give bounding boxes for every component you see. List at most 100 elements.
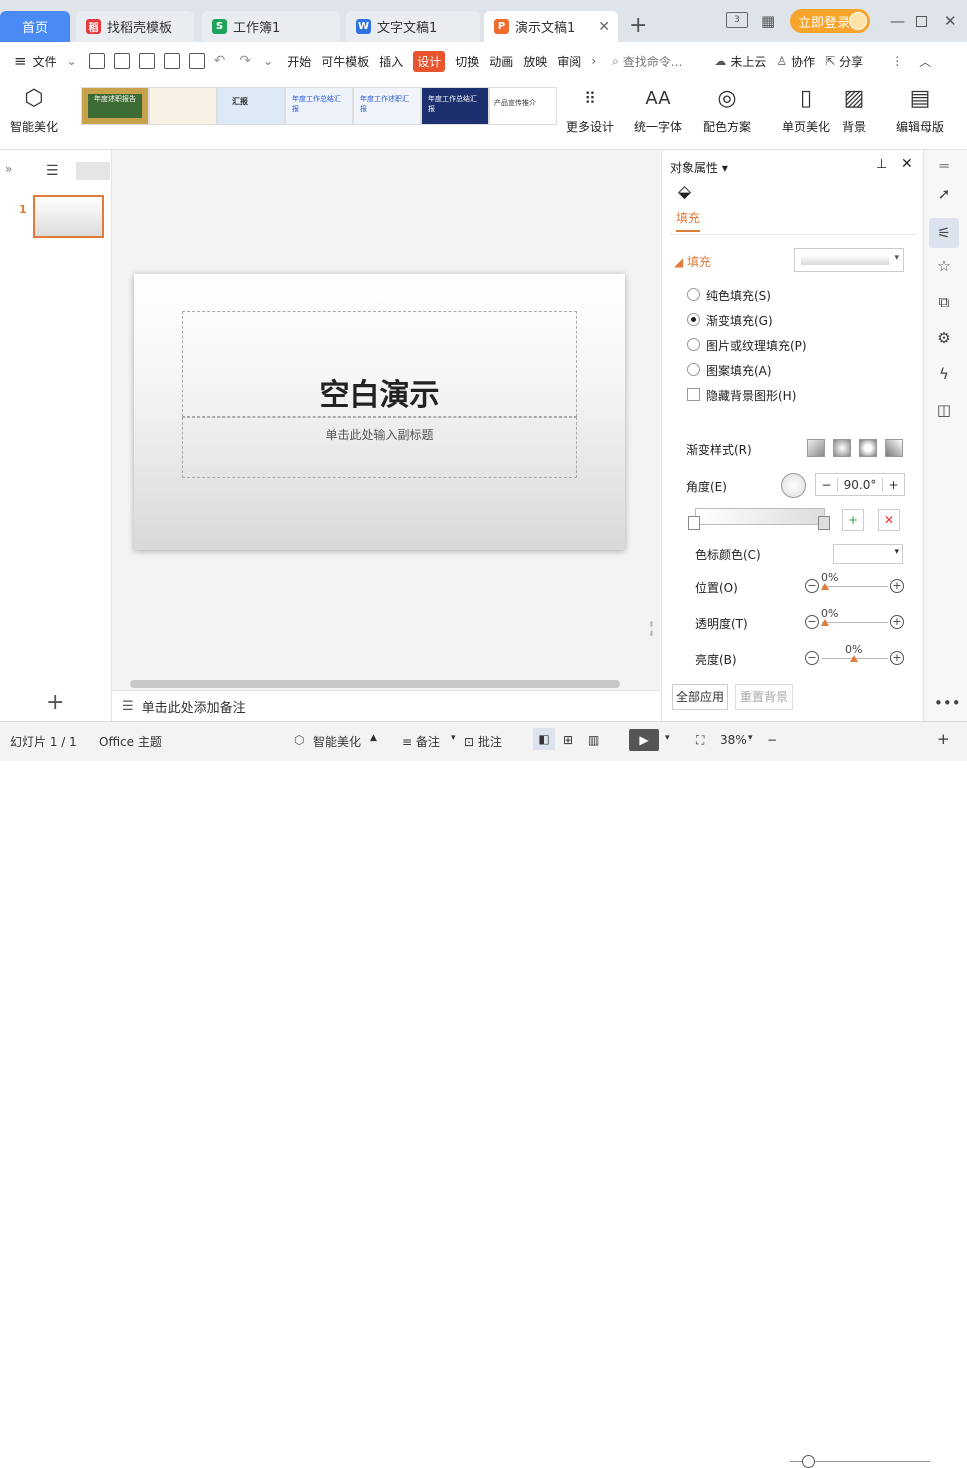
tab-fill[interactable]: 填充 bbox=[676, 209, 701, 232]
book-icon[interactable]: ◫ bbox=[934, 400, 954, 420]
menu-insert[interactable]: 插入 bbox=[379, 53, 403, 70]
position-minus-icon[interactable]: − bbox=[805, 579, 819, 593]
chevron-down-icon[interactable]: ▾ bbox=[665, 733, 670, 743]
reset-background-button[interactable]: 重置背景 bbox=[735, 684, 793, 710]
checkbox[interactable] bbox=[687, 388, 700, 401]
template-thumbnail[interactable] bbox=[149, 87, 217, 125]
radio[interactable] bbox=[687, 363, 700, 376]
chevron-down-icon[interactable]: ▾ bbox=[748, 733, 753, 743]
slide-thumbnail[interactable] bbox=[33, 195, 104, 238]
radio[interactable] bbox=[687, 338, 700, 351]
transparency-plus-icon[interactable]: + bbox=[890, 615, 904, 629]
rect-gradient-style[interactable] bbox=[859, 439, 877, 457]
brightness-slider-thumb[interactable] bbox=[850, 655, 858, 662]
properties-icon[interactable]: ⚟ bbox=[929, 218, 959, 248]
tab-writer[interactable]: W 文字文稿1 bbox=[346, 11, 480, 42]
subtitle-placeholder[interactable]: 单击此处输入副标题 bbox=[182, 417, 577, 478]
position-slider-thumb[interactable] bbox=[821, 583, 829, 590]
template-thumbnail[interactable]: 年度工作总结汇报 bbox=[285, 87, 353, 125]
single-page-beautify-button[interactable]: ▯ 单页美化 bbox=[782, 86, 830, 135]
close-icon[interactable]: ✕ bbox=[598, 19, 610, 35]
title-placeholder[interactable]: 空白演示 bbox=[182, 311, 577, 417]
menu-design[interactable]: 设计 bbox=[413, 50, 446, 72]
rocket-icon[interactable]: ➚ bbox=[934, 184, 954, 204]
unify-font-button[interactable]: AA 统一字体 bbox=[634, 86, 682, 135]
tab-docer-templates[interactable]: 稻 找稻壳模板 bbox=[76, 11, 194, 42]
remove-stop-icon[interactable]: ✕ bbox=[878, 509, 900, 531]
linear-gradient-style[interactable] bbox=[807, 439, 825, 457]
notes-toggle[interactable]: ≡ 备注 bbox=[402, 733, 440, 750]
template-thumbnail[interactable]: 年度述职报告 bbox=[81, 87, 149, 125]
position-slider-track[interactable] bbox=[822, 586, 888, 587]
collab-button[interactable]: 协作 bbox=[791, 53, 815, 70]
menu-templates[interactable]: 可牛模板 bbox=[321, 53, 369, 70]
pin-icon[interactable]: ⊥ bbox=[876, 157, 887, 172]
grid-apps-icon[interactable]: ▦ bbox=[761, 12, 775, 30]
color-scheme-button[interactable]: ◎ 配色方案 bbox=[703, 86, 751, 135]
radio[interactable] bbox=[687, 288, 700, 301]
gradient-stop-left[interactable] bbox=[688, 516, 700, 530]
menu-home[interactable]: 开始 bbox=[287, 53, 311, 70]
chevron-up-icon[interactable]: ▲ bbox=[370, 733, 377, 743]
chevron-down-icon[interactable]: ⌄ bbox=[67, 54, 77, 68]
template-thumbnail[interactable]: 年度工作总结汇报 bbox=[421, 87, 489, 125]
menu-animation[interactable]: 动画 bbox=[489, 53, 513, 70]
lightning-icon[interactable]: ϟ bbox=[934, 364, 954, 384]
print-icon[interactable] bbox=[163, 53, 180, 69]
print-preview-icon[interactable] bbox=[188, 53, 205, 69]
gradient-bar[interactable] bbox=[695, 508, 825, 525]
reading-view-icon[interactable]: ▥ bbox=[588, 733, 599, 747]
radial-gradient-style[interactable] bbox=[833, 439, 851, 457]
slide-sorter-icon[interactable]: ⊞ bbox=[563, 733, 573, 747]
path-gradient-style[interactable] bbox=[885, 439, 903, 457]
angle-value[interactable]: 90.0° bbox=[838, 478, 882, 492]
share-button[interactable]: 分享 bbox=[839, 53, 863, 70]
minimize-icon[interactable]: — bbox=[890, 12, 905, 30]
template-thumbnail[interactable]: 年度工作述职汇报 bbox=[353, 87, 421, 125]
export-icon[interactable] bbox=[138, 53, 155, 69]
redo-icon[interactable]: ↷ bbox=[239, 53, 251, 69]
template-thumbnail[interactable]: 产品宣传推介 bbox=[489, 87, 557, 125]
play-icon[interactable]: ▶ bbox=[629, 729, 659, 751]
new-tab-icon[interactable]: + bbox=[629, 15, 647, 37]
smart-beautify-status[interactable]: 智能美化 bbox=[313, 733, 361, 750]
fit-window-icon[interactable]: ⛶ bbox=[696, 733, 704, 748]
comment-toggle[interactable]: ⊡ 批注 bbox=[464, 733, 502, 750]
more-design-button[interactable]: ⠿ 更多设计 bbox=[566, 86, 614, 135]
tab-workbook[interactable]: S 工作簿1 bbox=[202, 11, 340, 42]
quick-access-dropdown-icon[interactable]: ⌄ bbox=[263, 54, 273, 68]
login-button[interactable]: 立即登录 bbox=[790, 9, 870, 33]
slide[interactable]: 空白演示 单击此处输入副标题 bbox=[134, 274, 625, 550]
zoom-out-icon[interactable]: − bbox=[767, 733, 777, 747]
collapse-ribbon-icon[interactable]: ︿ bbox=[919, 53, 931, 70]
maximize-icon[interactable] bbox=[916, 16, 927, 27]
angle-dial[interactable] bbox=[781, 473, 806, 498]
window-close-icon[interactable]: ✕ bbox=[944, 12, 957, 30]
chevron-right-icon[interactable]: › bbox=[591, 54, 596, 68]
more-horizontal-icon[interactable]: ••• bbox=[934, 693, 961, 713]
add-slide-icon[interactable]: + bbox=[46, 690, 64, 715]
add-stop-icon[interactable]: + bbox=[842, 509, 864, 531]
gradient-stop-right[interactable] bbox=[818, 516, 830, 530]
background-button[interactable]: ▨ 背景 bbox=[841, 86, 867, 135]
transparency-slider-track[interactable] bbox=[822, 622, 888, 623]
normal-view-icon[interactable]: ◧ bbox=[533, 728, 555, 750]
edit-master-button[interactable]: ▤ 编辑母版 bbox=[896, 86, 944, 135]
close-panel-icon[interactable]: ✕ bbox=[901, 156, 913, 172]
chevron-down-icon[interactable]: ▾ bbox=[451, 733, 456, 743]
menu-transition[interactable]: 切换 bbox=[455, 53, 479, 70]
position-plus-icon[interactable]: + bbox=[890, 579, 904, 593]
menu-review[interactable]: 审阅 bbox=[557, 53, 581, 70]
hamburger-icon[interactable]: ≡ bbox=[14, 52, 27, 70]
panel-title[interactable]: 对象属性 ▾ bbox=[670, 159, 728, 176]
expand-pane-icon[interactable]: » bbox=[5, 162, 12, 176]
star-icon[interactable]: ☆ bbox=[934, 256, 954, 276]
undo-icon[interactable]: ↶ bbox=[214, 53, 226, 69]
thumbnail-view-button[interactable] bbox=[76, 162, 110, 180]
template-thumbnail[interactable]: 汇报 bbox=[217, 87, 285, 125]
stop-color-dropdown[interactable]: ▾ bbox=[833, 544, 903, 564]
decrease-icon[interactable]: − bbox=[816, 477, 838, 492]
zoom-in-icon[interactable]: + bbox=[937, 730, 950, 748]
outline-view-icon[interactable]: ☰ bbox=[46, 163, 59, 179]
settings-icon[interactable]: ⚙ bbox=[934, 328, 954, 348]
